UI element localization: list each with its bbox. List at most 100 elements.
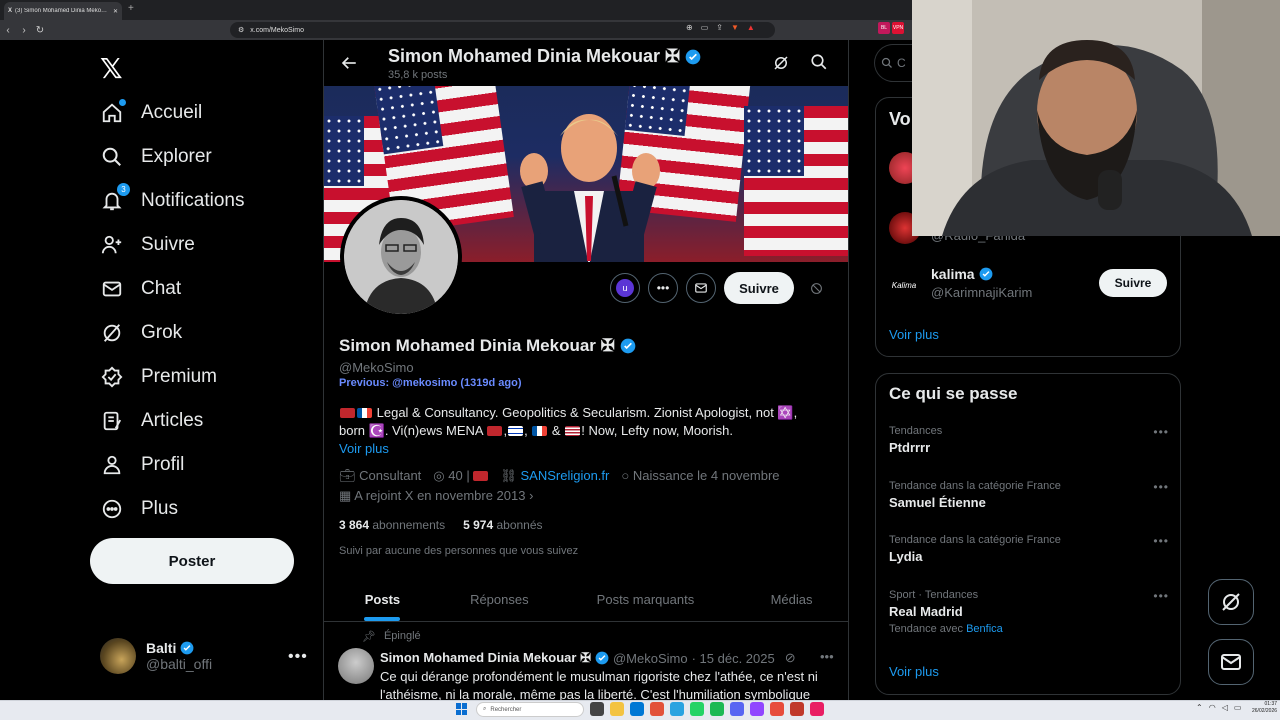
nav-item-chat[interactable]: Chat [100,274,181,304]
trend-more-icon[interactable]: ••• [1153,425,1169,439]
app-icon[interactable] [810,702,824,716]
trend-more-icon[interactable]: ••• [1153,589,1169,603]
nav-item-profil[interactable]: Profil [100,450,184,480]
more-options-button[interactable]: ••• [648,273,678,303]
wifi-icon[interactable]: ◠ [1209,703,1216,712]
extension-bl-icon[interactable]: BL [878,22,890,34]
twitch-icon[interactable] [750,702,764,716]
tab-reponses[interactable]: Réponses [441,578,558,621]
search-input[interactable]: C [874,44,912,82]
tweet-author[interactable]: Simon Mohamed Dinia Mekouar ✠ [380,650,591,666]
grok-fab-button[interactable] [1208,579,1254,625]
trends-title: Ce qui se passe [889,384,1018,403]
trend-item[interactable]: Tendances Ptdrrrr ••• [889,425,1169,455]
banner-person-image [520,114,660,262]
trend-item[interactable]: Tendance dans la catégorie France Lydia … [889,534,1169,564]
app-icon[interactable] [790,702,804,716]
following-link[interactable]: 3 864 abonnements [339,518,445,532]
trend-item[interactable]: Sport · Tendances Real Madrid Tendance a… [889,589,1169,635]
trends-voir-plus-link[interactable]: Voir plus [889,664,939,679]
chevron-right-icon[interactable]: › [529,488,533,503]
website-link[interactable]: SANSreligion.fr [520,468,609,483]
taskbar-search-input[interactable]: ⌕ Rechercher [476,702,584,717]
zoom-icon[interactable]: ⊕ [686,23,693,32]
spotify-icon[interactable] [710,702,724,716]
brave-icon[interactable] [650,702,664,716]
battery-icon[interactable]: ▭ [1234,703,1242,712]
trend-more-icon[interactable]: ••• [1153,480,1169,494]
windows-start-icon[interactable] [456,703,468,715]
search-icon[interactable] [810,53,828,76]
block-icon[interactable] [810,282,823,298]
nav-item-accueil[interactable]: Accueil [100,98,202,128]
chevron-up-icon[interactable]: ⌃ [1196,703,1203,712]
tab-posts-marquants[interactable]: Posts marquants [558,578,733,621]
brave-shield-icon[interactable]: ▼ [731,23,739,32]
nav-item-plus[interactable]: Plus [100,494,178,524]
telegram-icon[interactable] [670,702,684,716]
tweet-date[interactable]: · 15 déc. 2025 [692,651,775,666]
store-icon[interactable] [630,702,644,716]
nav-item-grok[interactable]: Grok [100,318,182,348]
grok-icon[interactable] [772,54,790,77]
followers-link[interactable]: 5 974 abonnés [463,518,542,532]
reload-icon[interactable]: ↻ [32,25,48,36]
site-info-icon[interactable]: ⚙ [238,26,244,34]
extension-vpn-icon[interactable]: VPN [892,22,904,34]
x-logo-icon[interactable]: 𝕏 [100,52,123,85]
tweet-handle[interactable]: @MekoSimo [613,651,688,666]
app-icon[interactable] [770,702,784,716]
mail-icon [1221,654,1241,670]
more-icon[interactable]: ••• [288,648,308,666]
back-nav-icon[interactable]: ‹ [0,25,16,36]
install-icon[interactable]: ▭ [701,23,709,32]
trend-item[interactable]: Tendance dans la catégorie France Samuel… [889,480,1169,510]
messages-fab-button[interactable] [1208,639,1254,685]
nav-item-premium[interactable]: Premium [100,362,217,392]
previous-handle[interactable]: Previous: @mekosimo (1319d ago) [339,377,522,389]
verified-icon [100,365,124,389]
u-badge-icon: u [616,279,634,297]
share-icon[interactable]: ⇪ [716,23,723,32]
webcam-person-image [912,0,1280,236]
suggestion-follow-button[interactable]: Suivre [1099,269,1167,297]
avatar[interactable] [338,648,374,684]
account-switcher[interactable]: Balti @balti_offi [100,638,310,674]
trend-sub-link[interactable]: Benfica [966,623,1003,635]
block-icon[interactable]: ⊘ [785,650,796,666]
tab-medias[interactable]: Médias [733,578,848,621]
profile-avatar[interactable] [340,196,462,318]
file-explorer-icon[interactable] [610,702,624,716]
nav-item-suivre[interactable]: Suivre [100,230,195,260]
header-post-count: 35,8 k posts [388,69,448,81]
tweet-more-icon[interactable]: ••• [820,649,834,664]
nav-item-articles[interactable]: Articles [100,406,203,436]
subscribe-u-button[interactable]: u [610,273,640,303]
close-tab-icon[interactable]: ✕ [113,8,118,15]
suggestion-name[interactable]: kalima [931,266,993,282]
trend-more-icon[interactable]: ••• [1153,534,1169,548]
discord-icon[interactable] [730,702,744,716]
new-tab-icon[interactable]: + [128,3,134,14]
nav-item-explorer[interactable]: Explorer [100,142,212,172]
who-voir-plus-link[interactable]: Voir plus [889,327,939,342]
follow-button[interactable]: Suivre [724,272,794,304]
whatsapp-icon[interactable] [690,702,704,716]
post-button[interactable]: Poster [90,538,294,584]
forward-nav-icon[interactable]: › [16,25,32,36]
taskbar-clock[interactable]: 01:37 26/02/2026 [1252,701,1277,715]
nav-item-notifications[interactable]: 3 Notifications [100,183,245,216]
bell-icon: 3 [100,183,130,213]
tab-posts[interactable]: Posts [324,578,441,621]
back-arrow-icon[interactable] [340,54,358,77]
taskview-icon[interactable] [590,702,604,716]
profile-actions: u ••• Suivre [610,272,794,304]
volume-icon[interactable]: ◁ [1222,703,1228,712]
message-button[interactable] [686,273,716,303]
meta-website: ⛓︎ SANSreligion.fr [500,468,609,484]
rewards-icon[interactable]: ▲ [747,23,755,32]
browser-tab[interactable]: X (3) Simon Mohamed Dinia Meko… ✕ [4,2,122,20]
pin-icon: 📌︎ [362,631,376,643]
avatar[interactable]: Kalima [889,270,919,300]
bio-voir-plus-link[interactable]: Voir plus [339,441,389,456]
